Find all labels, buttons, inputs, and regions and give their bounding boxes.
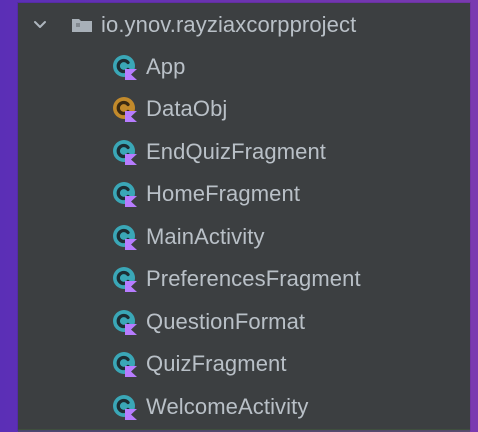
tree-item-dataobj[interactable]: DataObj [110, 94, 227, 124]
tree-item-quizfragment[interactable]: QuizFragment [110, 349, 287, 379]
tree-item-homefragment[interactable]: HomeFragment [110, 179, 300, 209]
tree-item-preferencesfragment[interactable]: PreferencesFragment [110, 264, 361, 294]
class-kotlin-icon [110, 264, 140, 294]
tree-item-app[interactable]: App [110, 52, 185, 82]
package-name: io.ynov.rayziaxcorpproject [101, 12, 357, 37]
class-kotlin-icon [110, 222, 140, 252]
tree-item-label: EndQuizFragment [146, 139, 327, 164]
tree-item-welcomeactivity[interactable]: WelcomeActivity [110, 392, 308, 422]
package-row[interactable]: io.ynov.rayziaxcorpproject [32, 10, 356, 40]
tree-item-mainactivity[interactable]: MainActivity [110, 222, 265, 252]
tree-item-label: MainActivity [146, 224, 265, 249]
folder-icon [71, 16, 93, 34]
tree-item-label: DataObj [146, 96, 228, 121]
tree-item-label: App [146, 54, 186, 79]
chevron-down-icon[interactable] [32, 17, 48, 33]
data-object-kotlin-icon [110, 94, 140, 124]
class-kotlin-icon [110, 307, 140, 337]
tree-item-label: WelcomeActivity [146, 394, 309, 419]
tree-item-label: QuizFragment [146, 351, 287, 376]
project-tree-panel: io.ynov.rayziaxcorpproject App DataObj E… [18, 3, 470, 430]
class-kotlin-icon [110, 179, 140, 209]
class-kotlin-icon [110, 52, 140, 82]
tree-item-label: HomeFragment [146, 181, 301, 206]
class-kotlin-icon [110, 392, 140, 422]
tree-item-endquizfragment[interactable]: EndQuizFragment [110, 137, 326, 167]
class-kotlin-icon [110, 137, 140, 167]
tree-item-label: PreferencesFragment [146, 266, 361, 291]
tree-item-label: QuestionFormat [146, 309, 306, 334]
tree-item-questionformat[interactable]: QuestionFormat [110, 307, 305, 337]
class-kotlin-icon [110, 349, 140, 379]
